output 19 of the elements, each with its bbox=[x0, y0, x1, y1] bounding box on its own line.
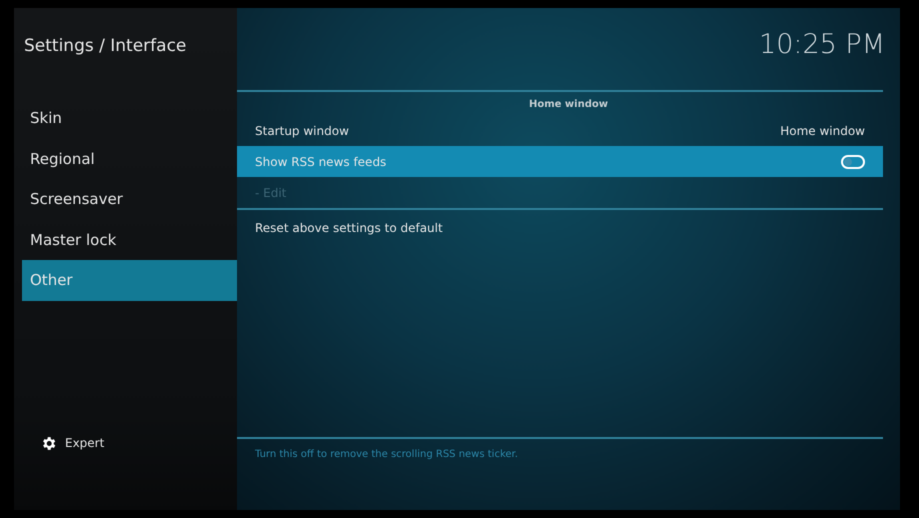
setting-label: Startup window bbox=[255, 122, 349, 140]
setting-label: Show RSS news feeds bbox=[255, 154, 386, 170]
category-item[interactable]: Screensaver bbox=[22, 179, 237, 220]
section-heading: Home window bbox=[528, 98, 609, 112]
toggle-switch[interactable] bbox=[841, 154, 865, 168]
category-item[interactable]: Regional bbox=[22, 138, 237, 179]
gear-icon bbox=[40, 434, 57, 452]
page-title: Settings / Interface bbox=[23, 35, 188, 58]
setting-row[interactable]: Startup window Home window bbox=[237, 115, 883, 146]
setting-description: Turn this off to remove the scrolling RSS news ticker. bbox=[254, 448, 519, 462]
clock-text: 10:25 PM bbox=[758, 28, 886, 62]
category-item[interactable]: Skin bbox=[22, 98, 237, 138]
category-item[interactable]: Other bbox=[22, 260, 237, 300]
setting-label: - Edit bbox=[255, 184, 286, 202]
settings-level-label: Expert bbox=[65, 435, 104, 452]
category-item[interactable]: Master lock bbox=[22, 220, 237, 260]
settings-level-button[interactable]: Expert bbox=[14, 434, 237, 452]
reset-row[interactable]: Reset above settings to default bbox=[237, 212, 883, 243]
setting-value: Home window bbox=[780, 122, 865, 140]
